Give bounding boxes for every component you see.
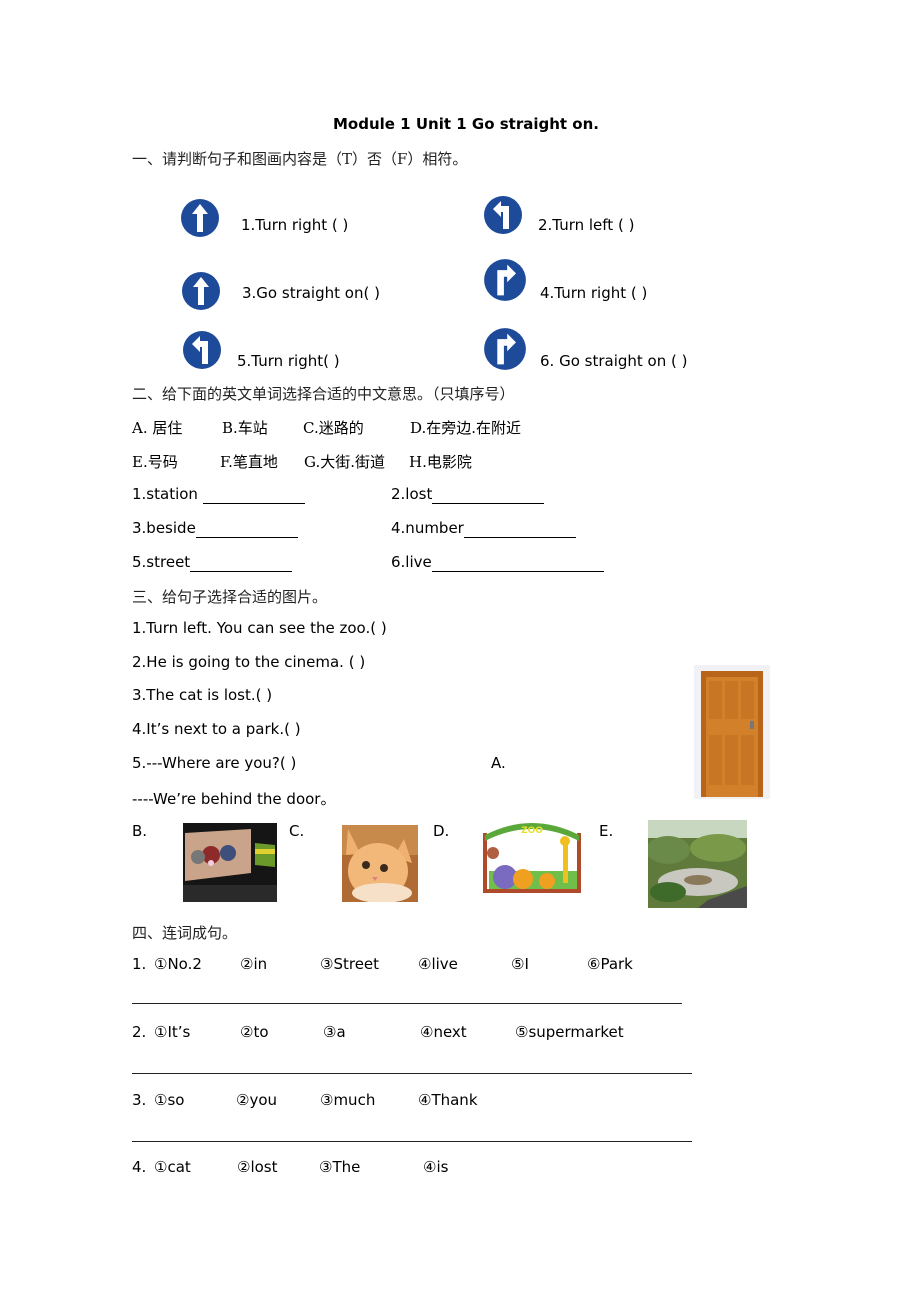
s4-q3-word: ②you [236,1091,278,1109]
s4-q4-word: ③The [319,1158,361,1176]
s1-item-6: 6. Go straight on ( ) [540,352,688,370]
s4-q1-word: ④live [418,955,458,973]
answer-blank[interactable]: ​ [202,485,305,504]
arrow-up-sign-icon [182,272,220,310]
s1-item-1: 1.Turn right ( ) [241,216,349,234]
s1-item-4: 4.Turn right ( ) [540,284,648,302]
answer-blank[interactable]: ​ [431,553,604,572]
answer-blank[interactable]: ​ [463,519,576,538]
s1-item-5: 5.Turn right( ) [237,352,340,370]
turn-right-sign-icon [484,328,526,370]
s4-q2-word: ②to [240,1023,269,1041]
answer-line[interactable] [132,1003,682,1004]
s4-q3-word: ①so [154,1091,185,1109]
turn-right-sign-icon [484,259,526,301]
word-6: 6.live​ [391,553,604,572]
s3-sentence-1: 1.Turn left. You can see the zoo.( ) [132,619,387,637]
word-5: 5.street​ [132,553,293,572]
picture-label-e: E. [599,822,614,840]
answer-blank[interactable]: ​ [432,485,545,504]
s4-q2-word: ⑤supermarket [515,1023,624,1041]
option-g: G.大街.街道 [304,453,385,471]
picture-label-d: D. [433,822,450,840]
turn-left-sign-icon [484,196,522,234]
s4-q1-word: ①No.2 [154,955,202,973]
arrow-up-sign-icon [181,199,219,237]
picture-label-c: C. [289,822,305,840]
zoo-sign-text: ZOO [521,826,543,836]
s4-q3-word: ④Thank [418,1091,478,1109]
park-image [648,820,747,908]
s4-q1-word: ③Street [320,955,380,973]
section-4-heading: 四、连词成句。 [132,924,238,942]
turn-left-sign-icon [183,331,221,369]
door-image [694,665,770,799]
option-f: F.笔直地 [220,453,278,471]
page-title: Module 1 Unit 1 Go straight on. [333,115,599,133]
s4-q2-word: ①It’s [154,1023,191,1041]
s4-q3-word: ③much [320,1091,376,1109]
option-h: H.电影院 [409,453,472,471]
s4-q4-word: ①cat [154,1158,191,1176]
s4-q3-number: 3. [132,1091,147,1109]
word-3: 3.beside​ [132,519,298,538]
s1-item-3: 3.Go straight on( ) [242,284,380,302]
section-1-heading: 一、请判断句子和图画内容是（T）否（F）相符。 [132,150,468,168]
s4-q1-word: ⑥Park [587,955,633,973]
zoo-image: ZOO [481,819,583,896]
option-d: D.在旁边.在附近 [410,419,522,437]
option-c: C.迷路的 [303,419,364,437]
word-2: 2.lost​ [391,485,545,504]
kitten-image [342,825,418,902]
word-1: 1.station ​ [132,485,305,504]
option-e: E.号码 [132,453,178,471]
s1-item-2: 2.Turn left ( ) [538,216,635,234]
s4-q1-word: ②in [240,955,268,973]
option-a: A. 居住 [132,419,183,437]
answer-line[interactable] [132,1073,692,1074]
s3-sentence-3: 3.The cat is lost.( ) [132,686,273,704]
option-b: B.车站 [222,419,268,437]
s4-q1-word: ⑤I [511,955,529,973]
section-3-heading: 三、给句子选择合适的图片。 [132,588,328,606]
s3-sentence-5: 5.---Where are you?( ) [132,754,297,772]
s4-q2-number: 2. [132,1023,147,1041]
s3-sentence-4: 4.It’s next to a park.( ) [132,720,301,738]
answer-blank[interactable]: ​ [190,553,293,572]
s3-sentence-5-answer: ----We’re behind the door。 [132,790,336,808]
word-4: 4.number​ [391,519,576,538]
answer-blank[interactable]: ​ [195,519,298,538]
s4-q4-number: 4. [132,1158,147,1176]
s4-q2-word: ④next [420,1023,467,1041]
picture-label-a: A. [491,754,506,772]
s4-q4-word: ②lost [237,1158,278,1176]
s4-q1-number: 1. [132,955,147,973]
s4-q2-word: ③a [323,1023,346,1041]
answer-line[interactable] [132,1141,692,1142]
s4-q4-word: ④is [423,1158,449,1176]
s3-sentence-2: 2.He is going to the cinema. ( ) [132,653,366,671]
section-2-heading: 二、给下面的英文单词选择合适的中文意思。（只填序号） [132,385,515,403]
cinema-image [183,823,277,902]
picture-label-b: B. [132,822,148,840]
